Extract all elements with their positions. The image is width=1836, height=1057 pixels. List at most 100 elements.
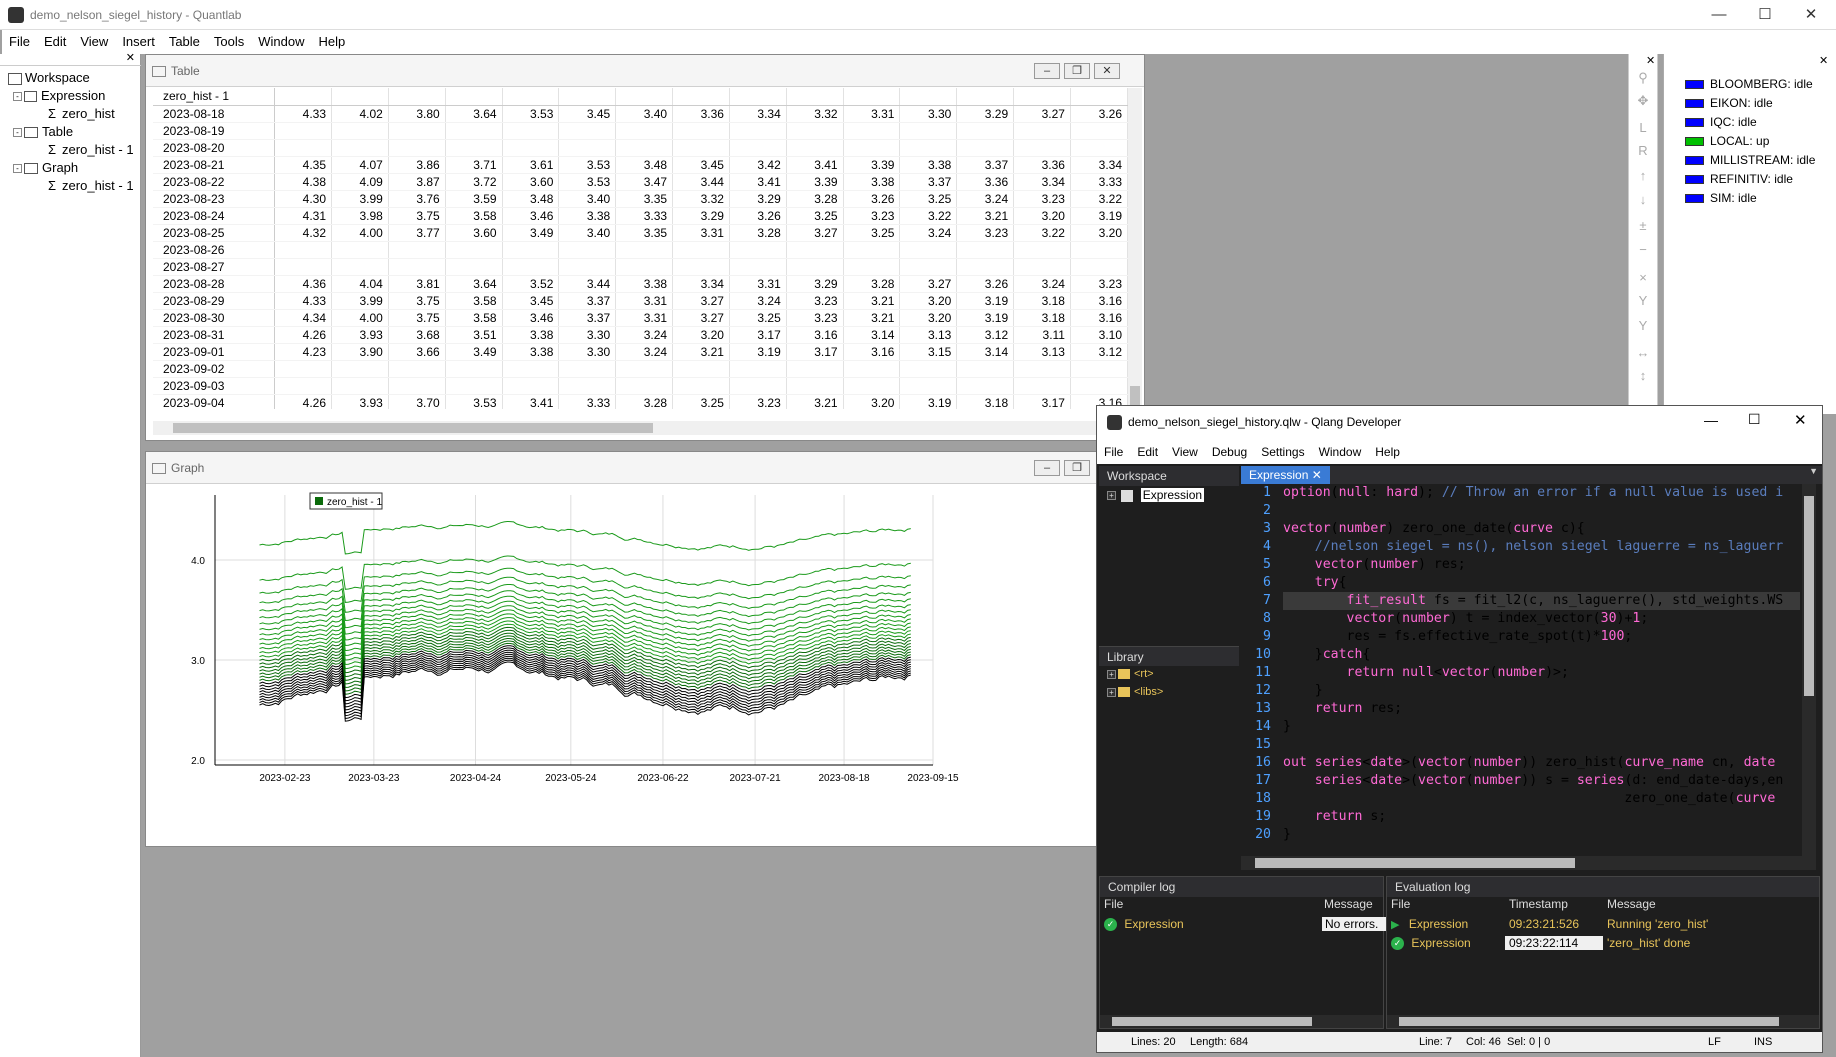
editor-vscrollbar[interactable]: [1802, 484, 1816, 856]
move-icon[interactable]: ✥: [1633, 93, 1653, 109]
menu-window[interactable]: Window: [251, 30, 311, 54]
data-source-item[interactable]: LOCAL: up: [1685, 132, 1769, 150]
table-vscrollbar[interactable]: [1128, 88, 1142, 409]
table-cell: 3.40: [558, 224, 617, 242]
evaluation-log-hscroll[interactable]: [1387, 1015, 1819, 1028]
menu-file[interactable]: File: [2, 30, 37, 54]
zoom-icon[interactable]: ⚲: [1633, 70, 1653, 86]
minimize-button[interactable]: —: [1704, 412, 1718, 428]
close-icon[interactable]: ✕: [126, 51, 135, 64]
minimize-button[interactable]: –: [1034, 63, 1060, 79]
cursor-down-icon[interactable]: ↓: [1633, 192, 1653, 207]
close-icon[interactable]: ✕: [1819, 54, 1828, 67]
data-source-item[interactable]: MILLISTREAM: idle: [1685, 151, 1815, 169]
hscroll-thumb[interactable]: [173, 423, 653, 433]
cursor-up-icon[interactable]: ↑: [1633, 168, 1653, 183]
data-source-item[interactable]: EIKON: idle: [1685, 94, 1773, 112]
close-button[interactable]: ✕: [1094, 63, 1120, 79]
minimize-button[interactable]: –: [1034, 460, 1060, 476]
table-cell: 3.24: [615, 343, 674, 361]
dev-menu-view[interactable]: View: [1165, 440, 1205, 464]
table-header-cell: zero_hist - 1: [153, 88, 276, 106]
dev-menu-edit[interactable]: Edit: [1130, 440, 1165, 464]
restore-button[interactable]: ❐: [1064, 63, 1090, 79]
table-cell: [672, 241, 730, 259]
library-item-libs[interactable]: + <libs>: [1107, 686, 1163, 698]
y-cursor-icon[interactable]: Y: [1633, 293, 1653, 308]
dev-menu-settings[interactable]: Settings: [1254, 440, 1311, 464]
menu-help[interactable]: Help: [312, 30, 353, 54]
table-cell: [558, 241, 617, 259]
table-hscrollbar[interactable]: [153, 421, 1128, 435]
x-cursor-icon[interactable]: ×: [1633, 270, 1653, 285]
dev-menu-window[interactable]: Window: [1312, 440, 1369, 464]
code-editor[interactable]: option(null: hard); // Throw an error if…: [1283, 484, 1800, 856]
minimize-button[interactable]: —: [1696, 0, 1742, 30]
tree-item-expression[interactable]: - Expression: [13, 87, 105, 105]
menu-table[interactable]: Table: [162, 30, 207, 54]
status-swatch-icon: [1685, 194, 1704, 204]
table-cell: 3.24: [899, 224, 958, 242]
expand-icon[interactable]: +: [1107, 687, 1116, 697]
y-cursor2-icon[interactable]: Y: [1633, 318, 1653, 333]
hrange-icon[interactable]: ↔: [1633, 345, 1653, 360]
table-cell: 3.23: [786, 292, 844, 310]
tree-item-table[interactable]: - Table: [13, 123, 73, 141]
restore-button[interactable]: ❐: [1064, 460, 1090, 476]
tree-item-graph-zero-hist[interactable]: Σzero_hist - 1: [48, 177, 134, 195]
vscroll-thumb[interactable]: [1804, 496, 1814, 696]
hscroll-thumb[interactable]: [1255, 858, 1575, 868]
data-source-item[interactable]: REFINITIV: idle: [1685, 170, 1793, 188]
dev-menu-help[interactable]: Help: [1368, 440, 1407, 464]
table-cell: 3.27: [672, 309, 730, 327]
collapse-icon[interactable]: -: [13, 92, 22, 102]
close-icon[interactable]: ✕: [1312, 468, 1322, 482]
data-source-item[interactable]: IQC: idle: [1685, 113, 1757, 131]
hscroll-thumb[interactable]: [1112, 1017, 1312, 1026]
table-cell: 4.31: [274, 207, 333, 225]
collapse-icon[interactable]: -: [13, 164, 22, 174]
x-tick-label: 2023-03-23: [348, 773, 400, 784]
right-axis-icon[interactable]: R: [1633, 143, 1653, 158]
close-icon[interactable]: ✕: [1646, 54, 1655, 67]
hscroll-thumb[interactable]: [1399, 1017, 1779, 1026]
code-line: vector(number) zero_one_date(curve c){: [1283, 521, 1585, 536]
hline-add-icon[interactable]: ±: [1633, 218, 1653, 233]
data-source-label: LOCAL: up: [1710, 134, 1770, 148]
maximize-button[interactable]: ☐: [1748, 411, 1761, 428]
tree-root[interactable]: Workspace: [8, 69, 90, 87]
data-source-item[interactable]: SIM: idle: [1685, 189, 1757, 207]
dev-menu-debug[interactable]: Debug: [1205, 440, 1254, 464]
editor-hscrollbar[interactable]: [1241, 856, 1816, 870]
table-cell: [1013, 139, 1071, 157]
menu-insert[interactable]: Insert: [115, 30, 162, 54]
vrange-icon[interactable]: ↕: [1633, 368, 1653, 383]
maximize-button[interactable]: ☐: [1742, 0, 1788, 30]
menu-tools[interactable]: Tools: [207, 30, 251, 54]
tree-item-zero-hist[interactable]: Σzero_hist: [48, 105, 115, 123]
table-cell: 3.21: [786, 394, 844, 409]
close-button[interactable]: ✕: [1788, 0, 1834, 30]
chevron-down-icon[interactable]: ▼: [1809, 466, 1818, 476]
hline-icon[interactable]: −: [1633, 242, 1653, 257]
close-button[interactable]: ✕: [1794, 411, 1807, 429]
tree-item-graph[interactable]: - Graph: [13, 159, 78, 177]
library-item-rt[interactable]: + <rt>: [1107, 668, 1154, 680]
left-axis-icon[interactable]: L: [1633, 120, 1653, 135]
tree-item-table-zero-hist[interactable]: Σzero_hist - 1: [48, 141, 134, 159]
data-source-label: REFINITIV: idle: [1710, 172, 1793, 186]
evaluation-log-row[interactable]: ✓ Expression 09:23:22:114 'zero_hist' do…: [1391, 936, 1819, 954]
dev-menu-file[interactable]: File: [1097, 440, 1130, 464]
data-source-item[interactable]: BLOOMBERG: idle: [1685, 75, 1813, 93]
expand-icon[interactable]: +: [1107, 669, 1116, 679]
menu-edit[interactable]: Edit: [37, 30, 73, 54]
expand-icon[interactable]: +: [1107, 491, 1116, 501]
compiler-log-hscroll[interactable]: [1100, 1015, 1383, 1028]
dev-workspace-item[interactable]: + Expression: [1107, 488, 1205, 506]
collapse-icon[interactable]: -: [13, 128, 22, 138]
compiler-log-row[interactable]: ✓ Expression No errors.: [1104, 917, 1432, 935]
menu-view[interactable]: View: [73, 30, 115, 54]
evaluation-log-row[interactable]: ▶ Expression 09:23:21:526 Running 'zero_…: [1391, 917, 1819, 935]
tab-expression[interactable]: Expression ✕: [1241, 466, 1330, 484]
